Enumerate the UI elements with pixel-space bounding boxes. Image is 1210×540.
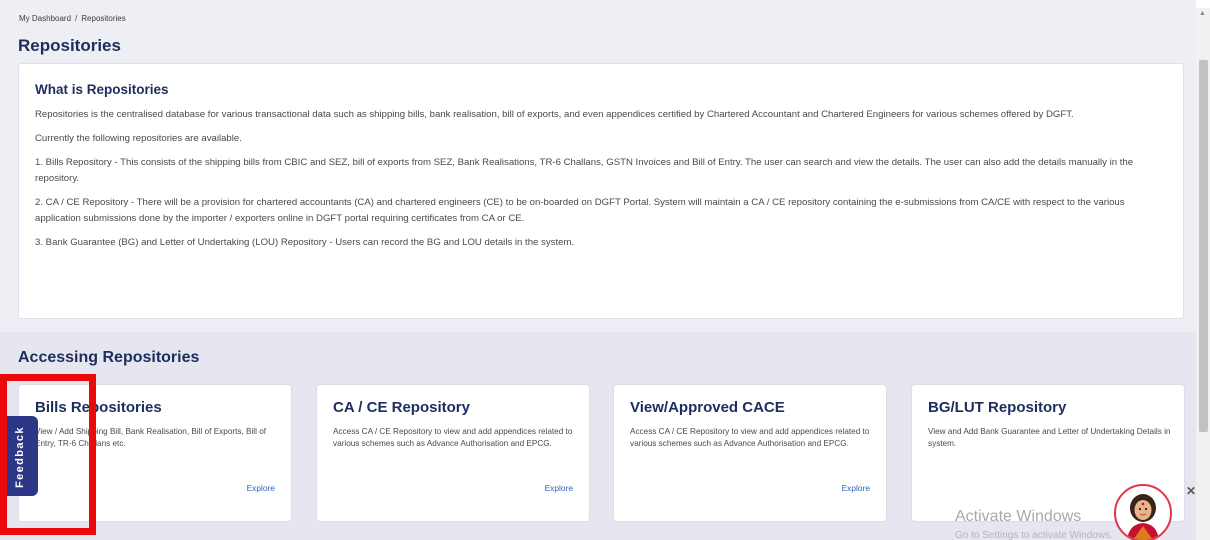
explore-link[interactable]: Explore	[247, 483, 275, 493]
info-paragraph-available: Currently the following repositories are…	[35, 133, 242, 144]
info-heading: What is Repositories	[35, 82, 169, 97]
activate-windows-title: Activate Windows	[955, 508, 1082, 525]
breadcrumb-current: Repositories	[81, 14, 126, 23]
access-heading: Accessing Repositories	[18, 349, 200, 366]
info-paragraph-intro: Repositories is the centralised database…	[35, 109, 1074, 120]
assistant-avatar-graphic	[1127, 494, 1159, 540]
repo-card-title: CA / CE Repository	[333, 399, 470, 416]
breadcrumb-dashboard-link[interactable]: My Dashboard	[19, 14, 71, 23]
repo-card-approved-cace[interactable]: View/Approved CACE Access CA / CE Reposi…	[613, 384, 887, 522]
close-icon[interactable]: ✕	[1186, 484, 1196, 498]
page-title: Repositories	[18, 36, 121, 55]
repo-card-title: BG/LUT Repository	[928, 399, 1067, 416]
info-paragraph-bg-lou: 3. Bank Guarantee (BG) and Letter of Und…	[35, 237, 575, 248]
explore-link[interactable]: Explore	[545, 483, 573, 493]
scroll-up-icon[interactable]: ▲	[1199, 10, 1206, 17]
highlight-annotation-box	[0, 374, 96, 535]
info-card: What is Repositories Repositories is the…	[18, 63, 1184, 319]
breadcrumb: My Dashboard / Repositories	[19, 14, 130, 23]
info-paragraph-bills: 1. Bills Repository - This consists of t…	[35, 157, 1134, 184]
scrollbar-thumb[interactable]	[1199, 60, 1208, 432]
breadcrumb-separator: /	[75, 14, 78, 23]
repo-card-description: Access CA / CE Repository to view and ad…	[333, 427, 573, 448]
page-content: My Dashboard / Repositories Repositories W…	[0, 0, 1196, 540]
explore-link[interactable]: Explore	[842, 483, 870, 493]
info-paragraph-cace: 2. CA / CE Repository - There will be a …	[35, 197, 1125, 224]
repo-card-title: View/Approved CACE	[630, 399, 785, 416]
assistant-avatar-icon[interactable]	[1114, 484, 1172, 540]
repo-card-description: Access CA / CE Repository to view and ad…	[630, 427, 870, 448]
activate-windows-subtitle: Go to Settings to activate Windows.	[955, 530, 1113, 540]
info-body: Repositories is the centralised database…	[35, 107, 1169, 259]
repo-card-description: View and Add Bank Guarantee and Letter o…	[928, 427, 1171, 448]
repo-card-ca-ce[interactable]: CA / CE Repository Access CA / CE Reposi…	[316, 384, 590, 522]
